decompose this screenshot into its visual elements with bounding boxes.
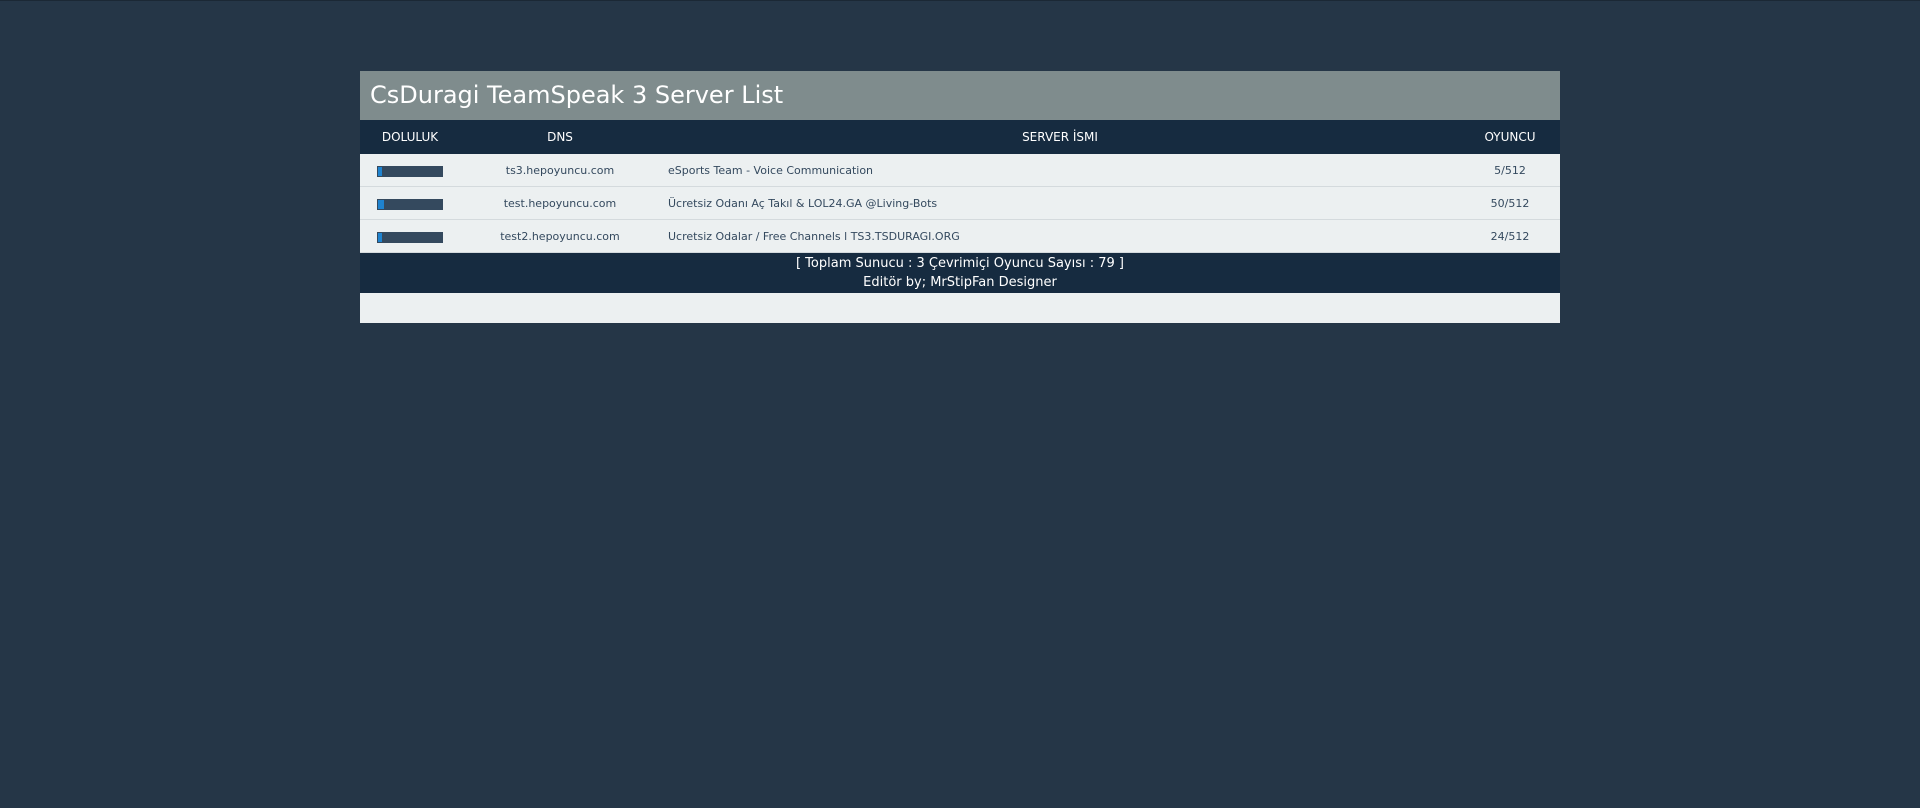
fill-cell <box>360 186 460 220</box>
players-cell: 5/512 <box>1460 154 1560 187</box>
dns-cell[interactable]: test.hepoyuncu.com <box>460 186 660 220</box>
dns-cell[interactable]: test2.hepoyuncu.com <box>460 219 660 253</box>
table-header-row: DOLULUK DNS SERVER İSMI OYUNCU <box>360 120 1560 154</box>
column-header-fill: DOLULUK <box>360 120 460 154</box>
table-row[interactable]: test2.hepoyuncu.com Ucretsiz Odalar / Fr… <box>360 219 1560 253</box>
footer: [ Toplam Sunucu : 3 Çevrimiçi Oyuncu Say… <box>360 253 1560 293</box>
server-table: DOLULUK DNS SERVER İSMI OYUNCU ts3.hepoy… <box>360 120 1560 253</box>
table-row[interactable]: test.hepoyuncu.com Ücretsiz Odanı Aç Tak… <box>360 186 1560 220</box>
bottom-strip <box>360 293 1560 323</box>
fill-progress-value <box>378 166 382 176</box>
fill-cell <box>360 219 460 253</box>
fill-cell <box>360 154 460 187</box>
fill-progress-bar <box>377 231 443 243</box>
footer-summary: [ Toplam Sunucu : 3 Çevrimiçi Oyuncu Say… <box>795 256 1125 271</box>
page: CsDuragi TeamSpeak 3 Server List DOLULUK… <box>0 0 1920 808</box>
column-header-server-name: SERVER İSMI <box>660 120 1460 154</box>
players-cell: 24/512 <box>1460 219 1560 253</box>
column-header-players: OYUNCU <box>1460 120 1560 154</box>
table-row[interactable]: ts3.hepoyuncu.com eSports Team - Voice C… <box>360 154 1560 187</box>
dns-cell[interactable]: ts3.hepoyuncu.com <box>460 154 660 187</box>
server-name-cell[interactable]: eSports Team - Voice Communication <box>660 154 1460 187</box>
page-title: CsDuragi TeamSpeak 3 Server List <box>360 71 1560 120</box>
fill-progress-bar <box>377 198 443 210</box>
server-list-panel: CsDuragi TeamSpeak 3 Server List DOLULUK… <box>360 71 1560 323</box>
fill-progress-value <box>378 232 382 242</box>
column-header-dns: DNS <box>460 120 660 154</box>
fill-progress-bar <box>377 165 443 177</box>
footer-editor: Editör by; MrStipFan Designer <box>863 275 1057 290</box>
server-name-cell[interactable]: Ucretsiz Odalar / Free Channels l TS3.TS… <box>660 219 1460 253</box>
server-name-cell[interactable]: Ücretsiz Odanı Aç Takıl & LOL24.GA @Livi… <box>660 186 1460 220</box>
fill-progress-value <box>378 199 385 209</box>
players-cell: 50/512 <box>1460 186 1560 220</box>
